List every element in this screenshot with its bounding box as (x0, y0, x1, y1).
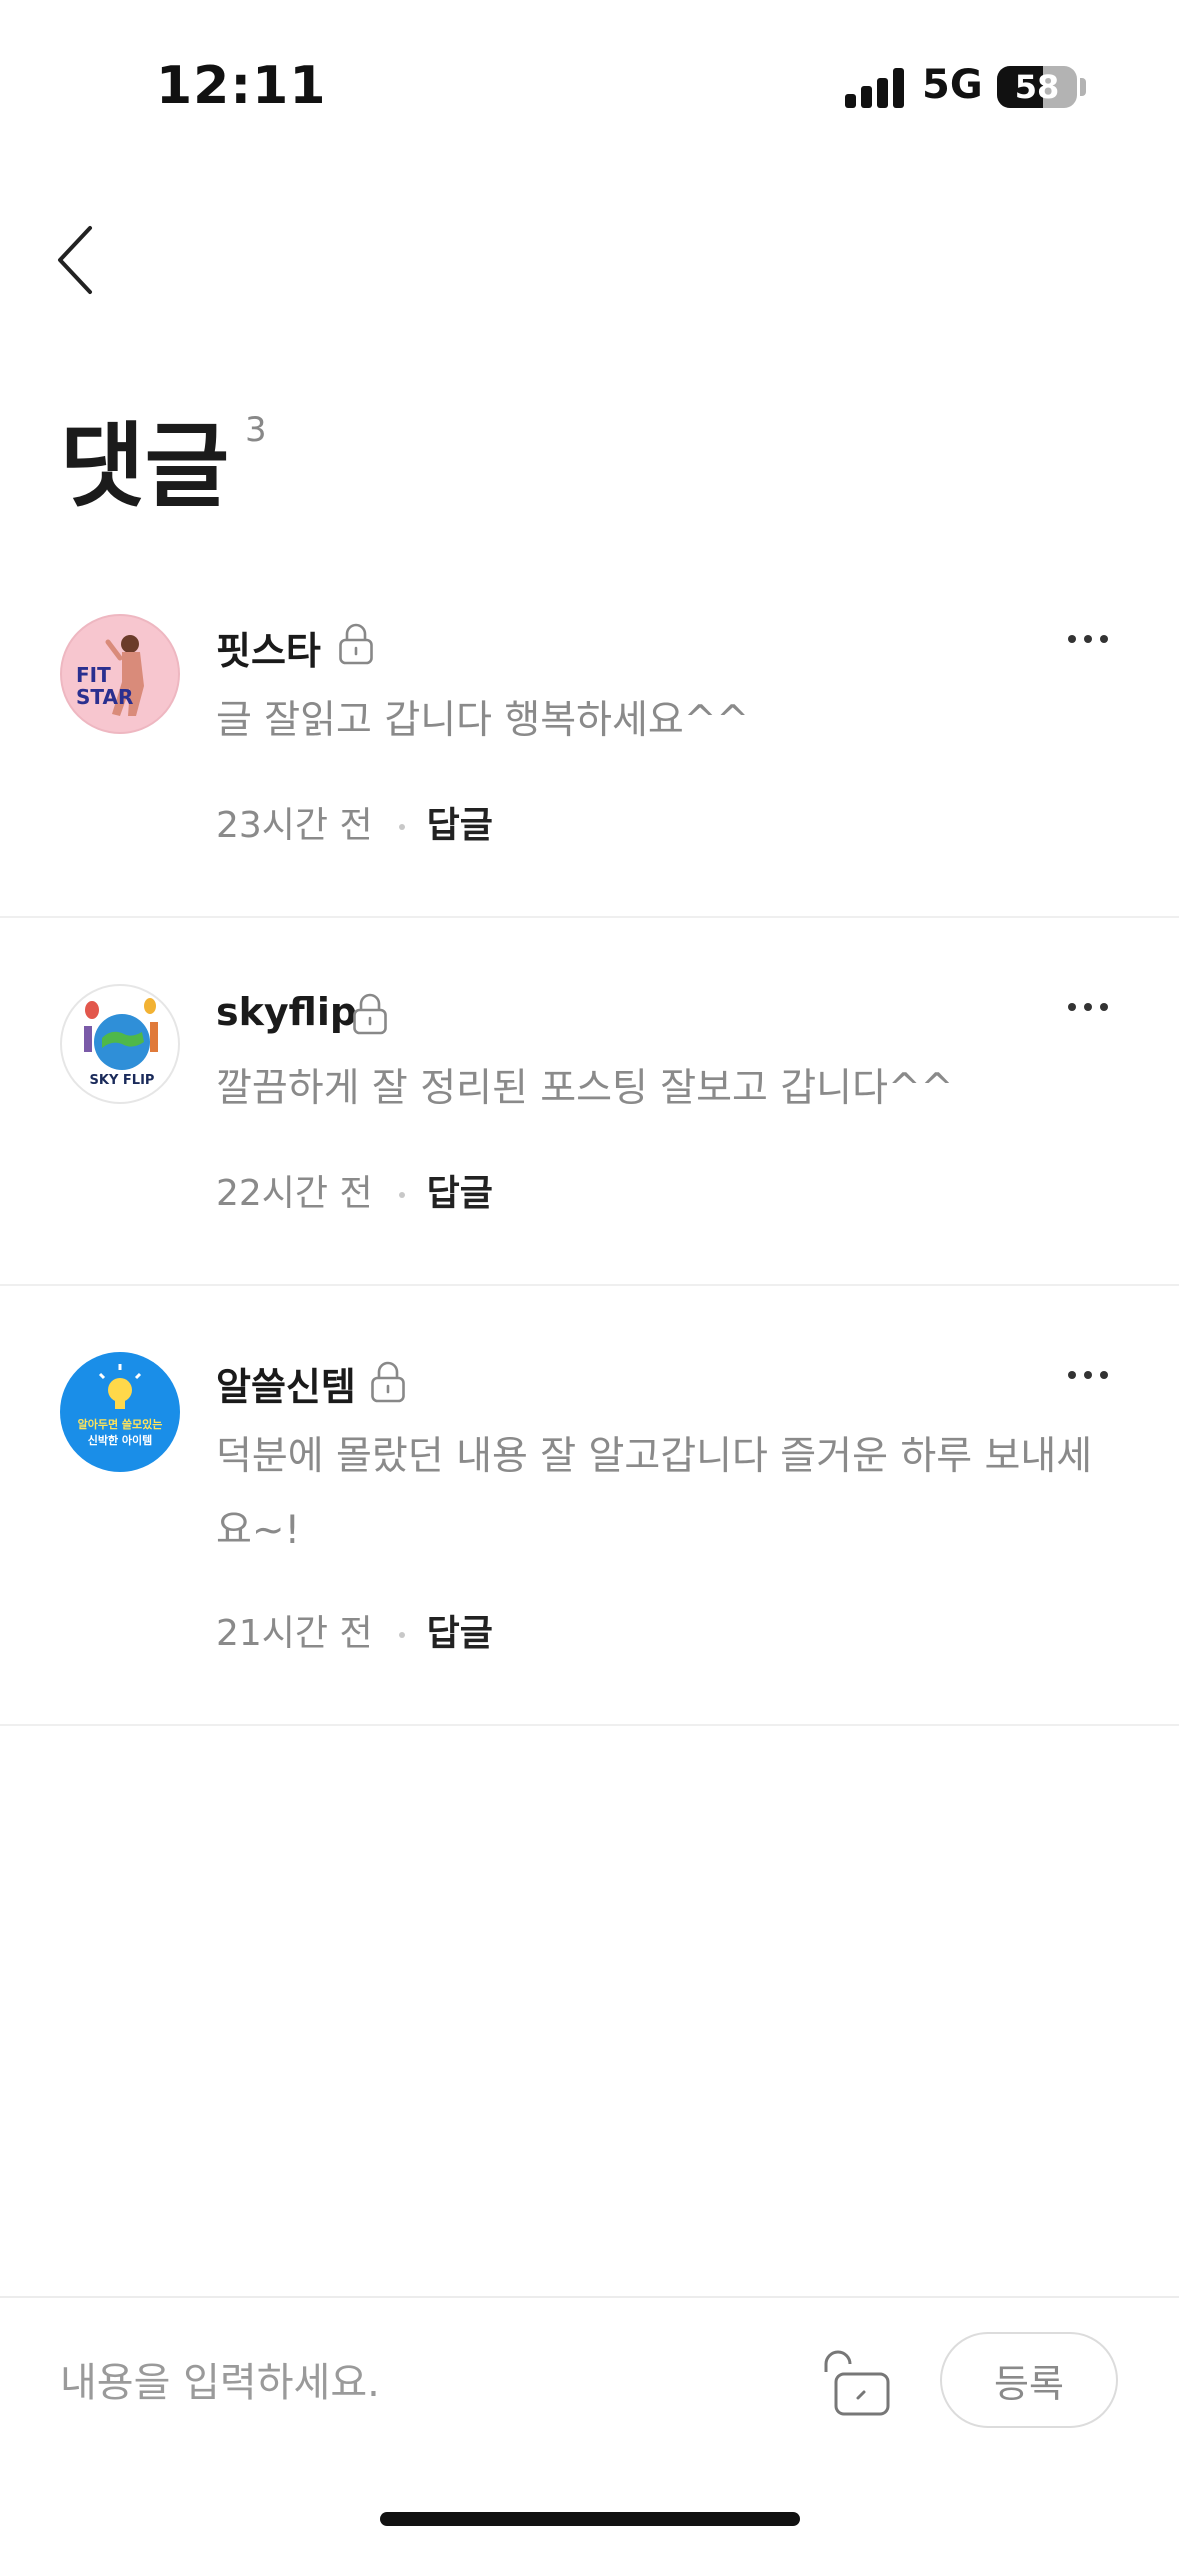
comment-text: 덕분에 몰랐던 내용 잘 알고갑니다 즐거운 하루 보내세 요~! (216, 1420, 1116, 1568)
more-options-button[interactable] (1060, 1360, 1116, 1390)
separator-dot (398, 1632, 405, 1638)
comment-text-line: 요~! (216, 1508, 301, 1553)
comment-meta: 22시간 전 답글 (216, 1164, 493, 1216)
status-time: 12:11 (156, 56, 327, 116)
comment-timestamp: 21시간 전 (216, 1613, 373, 1654)
network-type: 5G (922, 62, 983, 108)
submit-button[interactable]: 등록 (940, 2332, 1118, 2428)
home-indicator[interactable] (380, 2512, 800, 2526)
unlock-icon (824, 2350, 890, 2416)
chevron-left-icon (58, 226, 92, 294)
comments-screen: 12:11 5G 58 댓글 3 FIT STAR 핏스타 글 잘읽고 갑니다 … (0, 0, 1179, 2556)
comment-timestamp: 22시간 전 (216, 1173, 373, 1214)
reply-button[interactable]: 답글 (427, 1173, 493, 1214)
comment-text: 글 잘읽고 갑니다 행복하세요^^ (216, 698, 750, 743)
secret-toggle-button[interactable] (818, 2344, 898, 2424)
avatar-image: SKY FLIP (84, 998, 158, 1088)
comment-text: 깔끔하게 잘 정리된 포스팅 잘보고 갑니다^^ (216, 1066, 954, 1111)
lock-icon (353, 993, 387, 1035)
comment-text-line: 덕분에 몰랐던 내용 잘 알고갑니다 즐거운 하루 보내세 (216, 1434, 1093, 1479)
battery-tip (1080, 78, 1086, 96)
lock-icon (339, 623, 373, 665)
avatar-text-line-1: FIT (76, 663, 111, 687)
comment-meta: 21시간 전 답글 (216, 1604, 493, 1656)
comment-item: SKY FLIP skyflip 깔끔하게 잘 정리된 포스팅 잘보고 갑니다^… (0, 918, 1179, 1286)
comment-timestamp: 23시간 전 (216, 805, 373, 846)
status-bar: 12:11 5G 58 (0, 0, 1179, 150)
battery-level: 58 (1014, 68, 1060, 106)
page-title: 댓글 (60, 413, 230, 520)
back-button[interactable] (48, 220, 108, 300)
avatar-text-line-1: 알아두면 쓸모있는 (78, 1417, 163, 1431)
lock-icon (371, 1361, 405, 1403)
battery-icon: 58 (997, 66, 1077, 108)
more-options-button[interactable] (1060, 992, 1116, 1022)
avatar-text-line-1: SKY FLIP (90, 1073, 155, 1088)
more-options-button[interactable] (1060, 624, 1116, 654)
reply-button[interactable]: 답글 (427, 805, 493, 846)
comment-input[interactable] (60, 2348, 760, 2418)
avatar[interactable]: FIT STAR (60, 614, 180, 734)
avatar-image: FIT STAR (76, 635, 144, 716)
avatar-image: 알아두면 쓸모있는 신박한 아이템 (78, 1364, 163, 1447)
comment-input-bar: 등록 (0, 2296, 1179, 2456)
separator-dot (398, 824, 405, 830)
comment-item: 알아두면 쓸모있는 신박한 아이템 알쓸신템 덕분에 몰랐던 내용 잘 알고갑니… (0, 1286, 1179, 1726)
cellular-signal-icon (845, 68, 907, 108)
avatar-text-line-2: STAR (76, 685, 133, 709)
reply-button[interactable]: 답글 (427, 1613, 493, 1654)
avatar-text-line-2: 신박한 아이템 (88, 1433, 153, 1447)
comment-item: FIT STAR 핏스타 글 잘읽고 갑니다 행복하세요^^ 23시간 전 답글 (0, 580, 1179, 918)
comment-meta: 23시간 전 답글 (216, 796, 493, 848)
comment-username[interactable]: skyflip (216, 990, 357, 1034)
avatar[interactable]: 알아두면 쓸모있는 신박한 아이템 (60, 1352, 180, 1472)
comment-username[interactable]: 핏스타 (216, 620, 321, 675)
comment-username[interactable]: 알쓸신템 (216, 1356, 356, 1411)
avatar[interactable]: SKY FLIP (60, 984, 180, 1104)
separator-dot (398, 1192, 405, 1198)
comment-count: 3 (245, 410, 267, 450)
